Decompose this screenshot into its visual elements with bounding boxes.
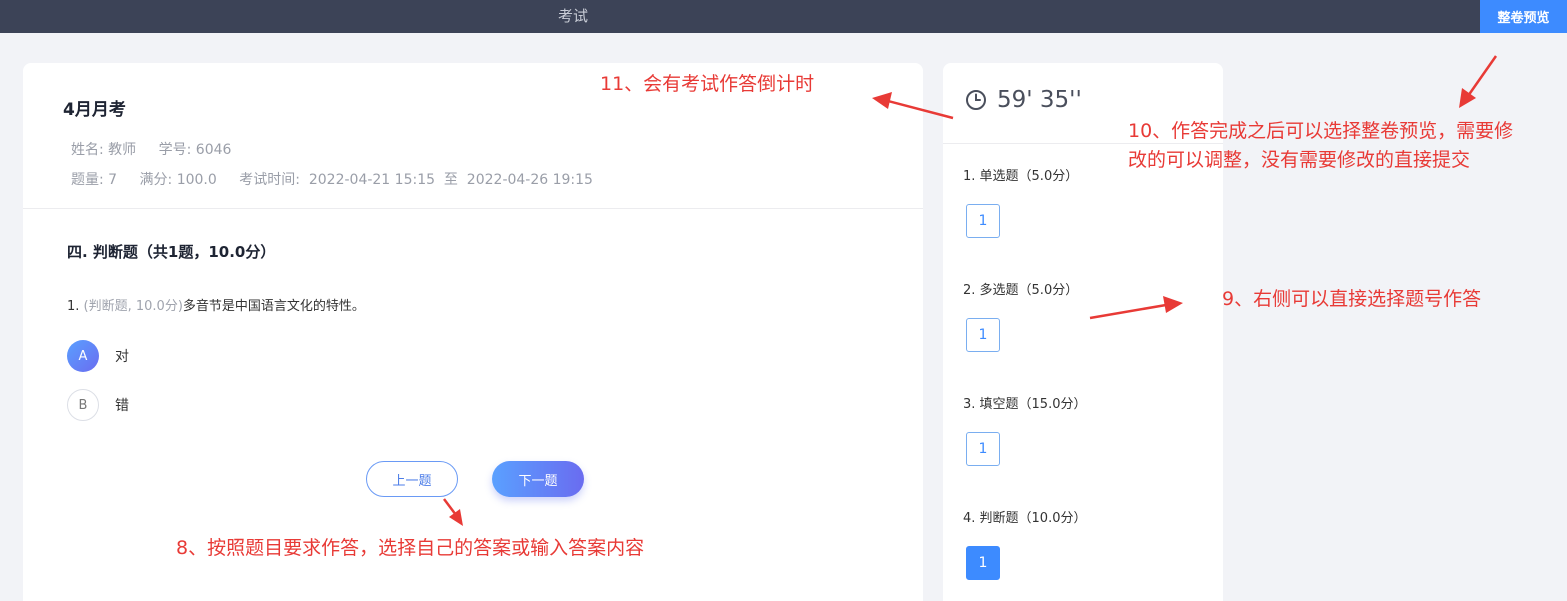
arrow-icon [872,92,954,120]
arrow-icon [1089,296,1183,320]
arrow-icon [1459,55,1498,108]
arrow-icon [443,498,463,526]
annotation-arrows [443,55,1498,526]
